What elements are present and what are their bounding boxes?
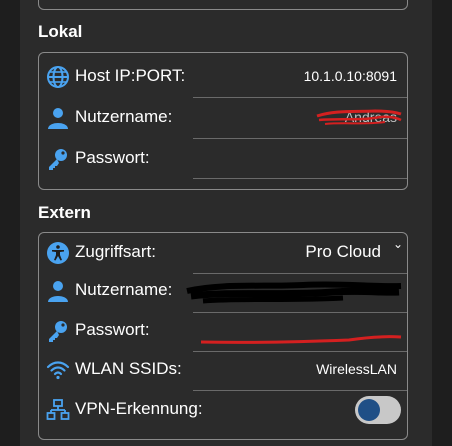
extern-user-row[interactable]: Nutzername:: [39, 271, 409, 311]
wlan-value[interactable]: WirelessLAN: [316, 361, 397, 377]
accessibility-icon: [47, 242, 69, 264]
extern-password-row[interactable]: Passwort:: [39, 311, 409, 351]
red-scribble-redaction: [316, 109, 402, 125]
wifi-icon: [46, 361, 70, 380]
host-value[interactable]: 10.1.0.10:8091: [304, 68, 397, 84]
network-icon: [46, 399, 70, 420]
key-icon: [49, 321, 67, 342]
local-user-label: Nutzername:: [75, 107, 173, 126]
local-password-label: Passwort:: [75, 148, 150, 167]
wlan-row[interactable]: WLAN SSIDs: WirelessLAN: [39, 350, 409, 390]
local-card: Host IP:PORT: 10.1.0.10:8091 Nutzername:…: [38, 52, 408, 190]
vpn-toggle[interactable]: [355, 396, 401, 424]
extern-card: Zugriffsart: Pro Cloud ⌄ Nutzername: Pas…: [38, 232, 408, 440]
local-user-row[interactable]: Nutzername: Andreas: [39, 98, 409, 138]
toggle-knob: [358, 399, 380, 421]
access-value[interactable]: Pro Cloud: [305, 242, 381, 262]
person-icon: [48, 108, 68, 129]
key-icon: [49, 149, 67, 170]
globe-icon: [47, 66, 69, 88]
extern-password-label: Passwort:: [75, 320, 150, 339]
extern-user-label: Nutzername:: [75, 280, 173, 299]
section-title-local: Lokal: [38, 22, 83, 41]
host-row[interactable]: Host IP:PORT: 10.1.0.10:8091: [39, 57, 409, 97]
separator: [193, 178, 407, 179]
vpn-row[interactable]: VPN-Erkennung:: [39, 390, 409, 430]
chevron-down-icon[interactable]: ⌄: [393, 237, 403, 251]
previous-card: [38, 0, 408, 10]
red-line-redaction: [200, 335, 402, 344]
access-label: Zugriffsart:: [75, 242, 156, 261]
local-password-row[interactable]: Passwort:: [39, 139, 409, 179]
black-scribble-redaction: [186, 281, 402, 304]
host-label: Host IP:PORT:: [75, 66, 186, 85]
person-icon: [48, 281, 68, 302]
wlan-label: WLAN SSIDs:: [75, 359, 182, 378]
access-row[interactable]: Zugriffsart: Pro Cloud ⌄: [39, 233, 409, 273]
vpn-label: VPN-Erkennung:: [75, 399, 203, 418]
section-title-extern: Extern: [38, 203, 91, 222]
